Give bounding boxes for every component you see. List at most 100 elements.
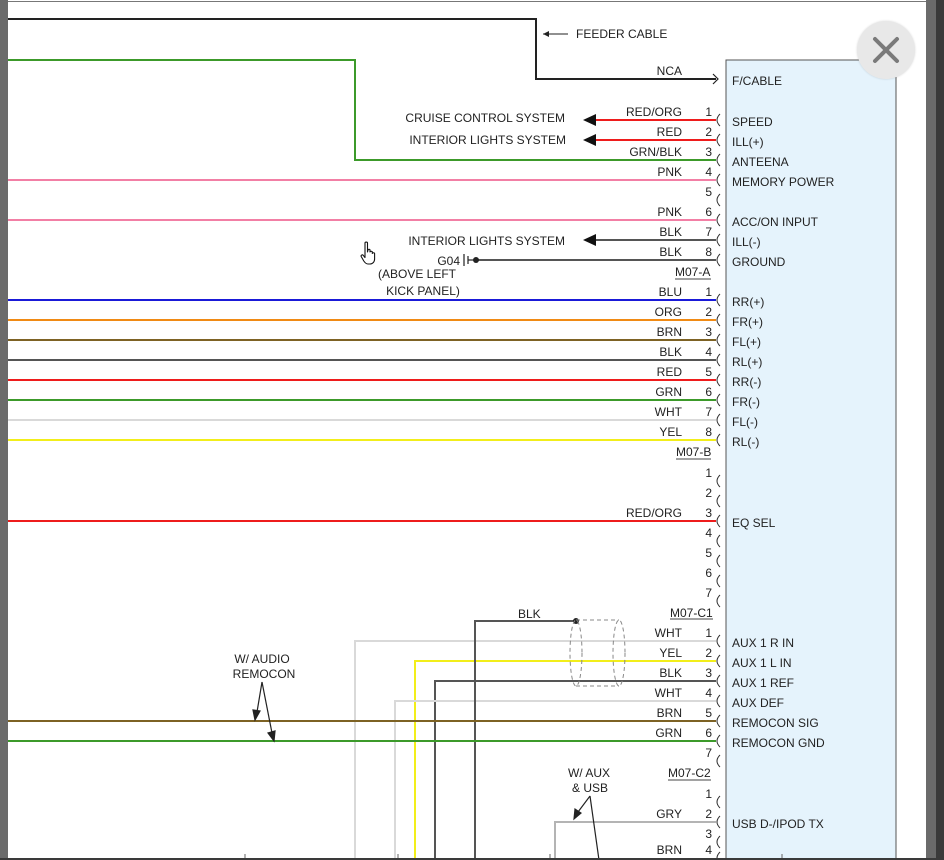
pin-function-label: ACC/ON INPUT <box>732 215 819 229</box>
pin-number: 7 <box>705 586 712 600</box>
pin-number: 5 <box>705 365 712 379</box>
ground-junction <box>473 257 479 263</box>
audio-remocon-note-line1: W/ AUDIO <box>234 652 289 666</box>
wire-color-label: RED <box>657 125 683 139</box>
pin-number: 4 <box>705 165 712 179</box>
pin-terminal-arc <box>716 413 721 427</box>
pin-function-label: AUX 1 L IN <box>732 656 792 670</box>
pin-number: 5 <box>705 706 712 720</box>
pin-terminal-arc <box>716 373 721 387</box>
hand-cursor-icon <box>360 241 380 272</box>
pin-terminal-arc <box>716 835 721 849</box>
aux-usb-note-line1: W/ AUX <box>568 766 610 780</box>
wire-color-label: WHT <box>655 626 683 640</box>
close-icon[interactable] <box>857 21 915 79</box>
feeder-cable-label: FEEDER CABLE <box>576 27 667 41</box>
shielded-cable-symbol <box>569 619 626 687</box>
pin-number: 7 <box>705 746 712 760</box>
viewer-frame: FEEDER CABLE NCA F/CABLE RED/ORG 1 SPEED… <box>0 0 936 858</box>
wire-color-label: BRN <box>657 843 682 857</box>
pin-function-label: FL(+) <box>732 335 761 349</box>
pin-number: 3 <box>705 325 712 339</box>
pin-function-label: ILL(+) <box>732 135 764 149</box>
wire-color-label: ORG <box>655 305 682 319</box>
feeder-cable-pointer-head <box>543 31 549 37</box>
wire-color-label: WHT <box>655 686 683 700</box>
pin-number: 3 <box>705 827 712 841</box>
wire-color-label: GRN <box>655 385 682 399</box>
pin-function-label: RL(+) <box>732 355 762 369</box>
wire-color-label: NCA <box>657 64 682 78</box>
pin-number: 3 <box>705 506 712 520</box>
pin-number: 7 <box>705 225 712 239</box>
pin-terminal-arc <box>716 554 721 568</box>
pin-number: 4 <box>705 526 712 540</box>
pin-terminal-arc <box>716 233 721 247</box>
pin-number: 5 <box>705 546 712 560</box>
wire-color-label: BRN <box>657 325 682 339</box>
wire-color-label: GRN <box>655 726 682 740</box>
wire-color-label: WHT <box>655 405 683 419</box>
pin-number: 5 <box>705 185 712 199</box>
antenna-wire <box>8 59 716 161</box>
pin-terminal-arc <box>716 293 721 307</box>
cruise-control-arrow <box>583 114 596 126</box>
pin-number: 1 <box>705 105 712 119</box>
wire-color-label: BLK <box>659 345 682 359</box>
pin-number: 4 <box>705 686 712 700</box>
pin-terminal-arc <box>716 851 721 858</box>
wire-color-label: RED/ORG <box>626 506 682 520</box>
pin-function-label: AUX 1 REF <box>732 676 794 690</box>
pin-terminal-arc <box>716 173 721 187</box>
ground-location-line2: KICK PANEL) <box>386 284 460 298</box>
pin-terminal-arc <box>716 514 721 528</box>
wire-color-label: BLK <box>659 245 682 259</box>
wire-color-label: GRY <box>656 807 682 821</box>
pin-terminal-arcs <box>716 113 721 858</box>
pin-number: 1 <box>705 626 712 640</box>
connector-id-m07-c1: M07-C1 <box>670 606 713 620</box>
close-button[interactable] <box>857 21 915 79</box>
pin-terminal-arc <box>716 815 721 829</box>
pin-function-label: F/CABLE <box>732 74 782 88</box>
audio-remocon-note-line2: REMOCON <box>233 667 296 681</box>
pin-terminal-arc <box>716 153 721 167</box>
wire-color-label: BRN <box>657 706 682 720</box>
pin-number: 2 <box>705 646 712 660</box>
ground-location-line1: (ABOVE LEFT <box>378 267 457 281</box>
connector-id-m07-c2: M07-C2 <box>668 766 711 780</box>
pin-number: 2 <box>705 807 712 821</box>
interior-lights-label-1: INTERIOR LIGHTS SYSTEM <box>409 133 566 147</box>
pin-terminal-arc <box>716 674 721 688</box>
pin-function-label: MEMORY POWER <box>732 175 835 189</box>
pin-terminal-arc <box>716 213 721 227</box>
wiring-diagram-sheet: FEEDER CABLE NCA F/CABLE RED/ORG 1 SPEED… <box>8 0 926 858</box>
pin-function-label: ILL(-) <box>732 235 761 249</box>
pin-terminal-arc <box>716 634 721 648</box>
wire-color-label: PNK <box>657 205 682 219</box>
interior-lights-arrow-2 <box>583 234 596 246</box>
pin-function-label: AUX 1 R IN <box>732 636 794 650</box>
pin-terminal-arc <box>716 113 721 127</box>
pin-number: 4 <box>705 345 712 359</box>
pin-number: 2 <box>705 125 712 139</box>
shield-wire-label: BLK <box>518 607 541 621</box>
pin-terminal-arc <box>716 795 721 809</box>
usb-d-minus-wire <box>554 821 716 858</box>
pin-number: 6 <box>705 385 712 399</box>
pin-number: 1 <box>705 787 712 801</box>
pin-number: 1 <box>705 285 712 299</box>
wire-color-label: YEL <box>659 425 682 439</box>
pin-terminal-arc <box>716 754 721 768</box>
wire-color-label: YEL <box>659 646 682 660</box>
pin-number: 2 <box>705 486 712 500</box>
pin-terminal-arc <box>716 253 721 267</box>
pin-terminal-arc <box>716 534 721 548</box>
wires-group <box>8 59 716 858</box>
wire-color-label: GRN/BLK <box>629 145 682 159</box>
pin-number: 6 <box>705 726 712 740</box>
interior-lights-label-2: INTERIOR LIGHTS SYSTEM <box>408 234 565 248</box>
pin-function-label: SPEED <box>732 115 773 129</box>
pin-number: 3 <box>705 666 712 680</box>
pin-function-label: GROUND <box>732 255 786 269</box>
